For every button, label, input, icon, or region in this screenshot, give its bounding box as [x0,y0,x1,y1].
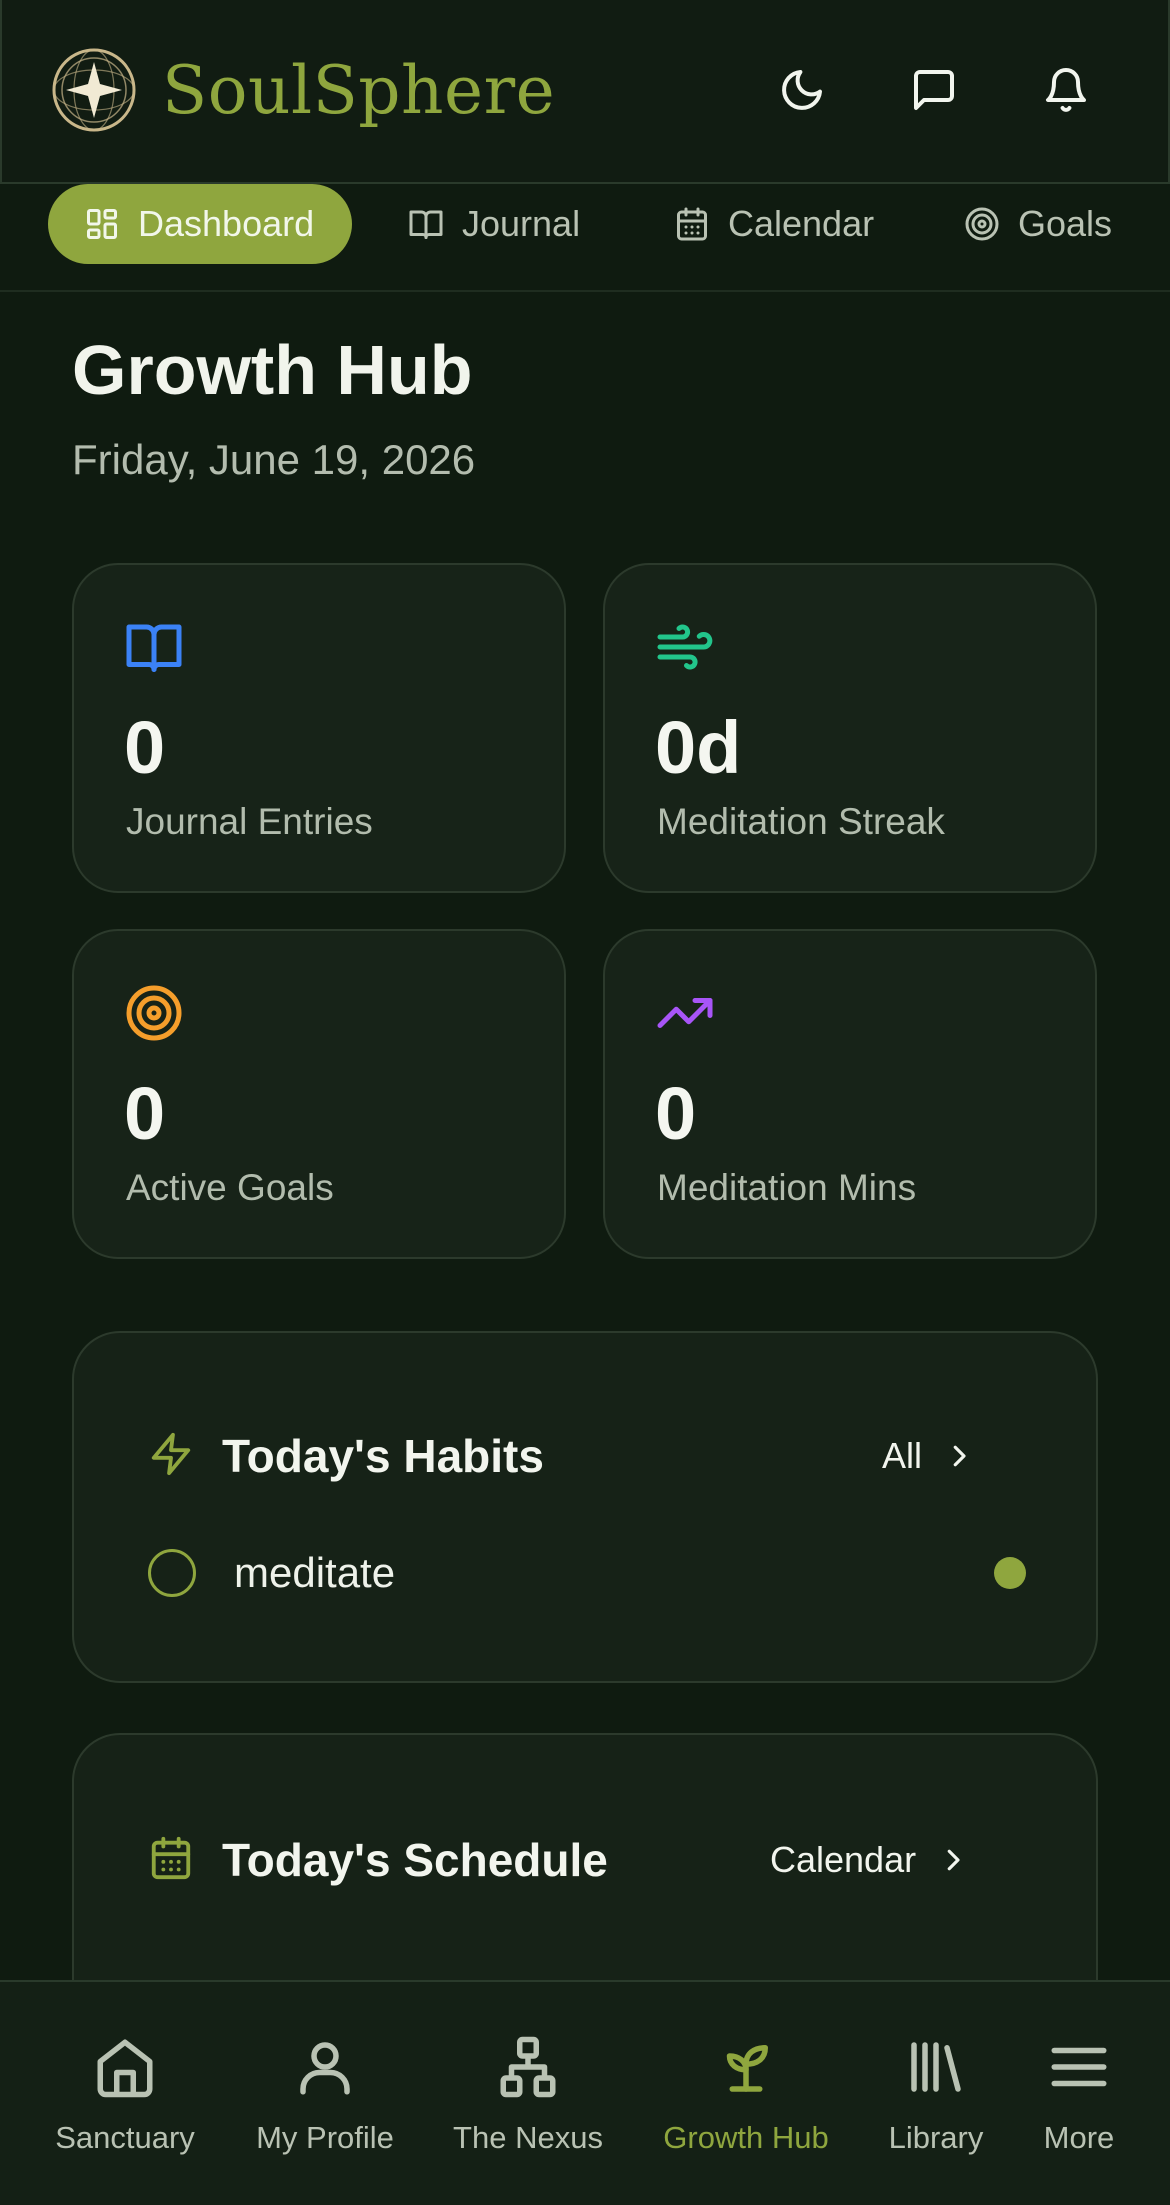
link-label: Calendar [770,1839,917,1880]
nav-label: My Profile [256,2120,394,2155]
nav-label: The Nexus [453,2120,603,2155]
stat-label: Active Goals [126,1167,334,1208]
wind-icon [657,624,713,670]
nav-item-my-profile[interactable]: My Profile [252,2034,398,2156]
habits-all-link[interactable]: All [882,1435,974,1477]
bottom-nav: Sanctuary My Profile The Nexus Growth Hu… [0,1980,1170,2205]
chevron-right-icon [953,1445,966,1467]
calendar-icon [677,207,707,241]
top-tabs: Dashboard Journal Calendar Goals [0,184,1170,292]
nav-label: Growth Hub [663,2120,829,2155]
sprout-icon [726,2045,768,2092]
stat-card-meditation-mins[interactable]: 0 Meditation Mins [603,929,1097,1259]
bell-icon [1046,68,1086,112]
nav-item-sanctuary[interactable]: Sanctuary [54,2034,196,2156]
menu-icon [1051,2047,1107,2087]
zap-icon [151,1432,191,1476]
message-icon [914,70,954,110]
chevron-right-icon [947,1849,960,1871]
tab-label: Journal [462,203,581,244]
nav-label: More [1043,2120,1115,2155]
habits-card: Today's Habits All meditate [72,1331,1098,1683]
brand-name: SoulSphere [162,52,556,129]
stat-label: Meditation Mins [657,1167,917,1208]
stat-card-meditation-streak[interactable]: 0d Meditation Streak [603,563,1097,893]
network-icon [500,2036,556,2098]
schedule-title: Today's Schedule [222,1834,608,1886]
tab-label: Dashboard [138,203,315,244]
tab-dashboard[interactable]: Dashboard [48,184,353,264]
stat-value: 0 [655,1072,697,1155]
app-header: SoulSphere [0,0,1170,184]
tab-journal[interactable]: Journal [408,184,580,264]
nav-item-the-nexus[interactable]: The Nexus [452,2034,604,2156]
habit-status-dot [994,1557,1026,1589]
messages-button[interactable] [902,58,966,122]
stat-value: 0 [124,706,166,789]
user-icon [300,2042,350,2095]
link-label: All [882,1435,923,1476]
schedule-calendar-link[interactable]: Calendar [770,1839,968,1881]
tab-calendar[interactable]: Calendar [674,184,874,264]
theme-toggle-button[interactable] [770,58,834,122]
habits-title: Today's Habits [222,1430,544,1482]
library-icon [911,2042,961,2092]
page-title: Growth Hub [72,331,473,409]
nav-item-library[interactable]: Library [884,2034,988,2156]
logo-icon [52,48,136,132]
nav-item-growth-hub[interactable]: Growth Hub [660,2034,832,2156]
home-icon [97,2039,153,2098]
stat-label: Meditation Streak [657,801,945,842]
moon-icon [782,70,822,110]
habit-name: meditate [234,1549,396,1596]
nav-label: Sanctuary [55,2120,195,2155]
tab-goals[interactable]: Goals [964,184,1112,264]
book-open-icon [126,624,182,672]
book-icon [409,210,443,239]
page-date: Friday, June 19, 2026 [72,436,476,483]
notifications-button[interactable] [1034,58,1098,122]
grid-icon [87,209,117,239]
target-icon [965,207,999,241]
nav-item-more[interactable]: More [1036,2034,1122,2156]
trending-up-icon [657,998,713,1028]
stat-card-journal-entries[interactable]: 0 Journal Entries [72,563,566,893]
target-icon [126,985,182,1041]
stat-value: 0d [655,706,742,789]
stat-label: Journal Entries [126,801,373,842]
tab-label: Goals [1018,203,1113,244]
nav-label: Library [888,2120,984,2155]
tab-label: Calendar [728,203,875,244]
stat-value: 0 [124,1072,166,1155]
calendar-icon [151,1836,191,1880]
habit-checkbox[interactable] [148,1549,196,1597]
stat-card-active-goals[interactable]: 0 Active Goals [72,929,566,1259]
